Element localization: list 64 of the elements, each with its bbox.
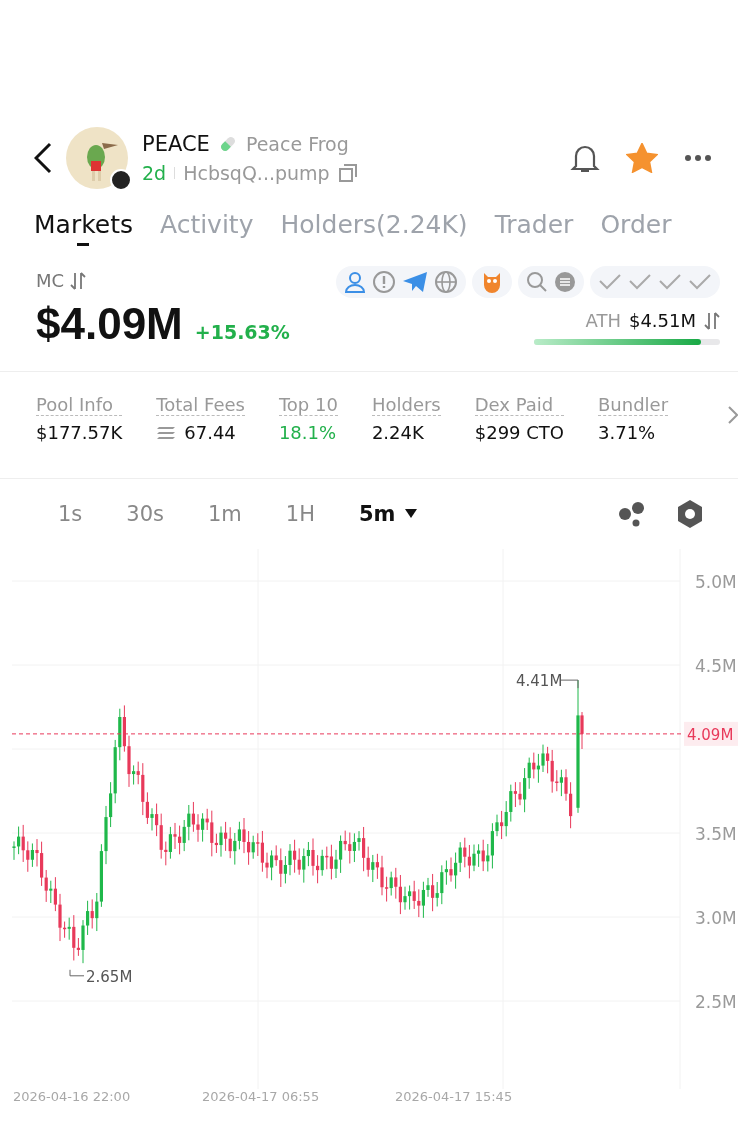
leader-line (69, 969, 85, 977)
stat-label[interactable]: Pool Info (36, 394, 123, 416)
price-change: +15.63% (194, 321, 290, 343)
caret-icon (405, 509, 418, 519)
y-axis-label: 3.5M (695, 824, 737, 844)
alert-icon[interactable] (372, 270, 396, 294)
contract-address: HcbsqQ...pump (183, 162, 330, 184)
stat-value: $177.57K (36, 422, 123, 443)
person-icon[interactable] (344, 271, 366, 293)
stat-label[interactable]: Total Fees (156, 394, 245, 416)
stat-value: 2.24K (371, 422, 425, 443)
stat-value: 3.71% (598, 422, 657, 443)
market-cap-label: MC (36, 270, 65, 291)
x-axis-label: 2026-04-17 06:55 (202, 1089, 320, 1104)
ath-label: ATH (585, 310, 621, 331)
sort-icon[interactable] (704, 311, 720, 330)
interval-tab[interactable]: 5m (358, 502, 418, 526)
low-label: 2.65M (86, 967, 133, 986)
check-icon (658, 273, 682, 291)
search-icon[interactable] (526, 271, 548, 293)
high-label: 4.41M (516, 672, 563, 691)
leader-line (559, 679, 579, 689)
stat-label[interactable]: Bundler (598, 394, 669, 416)
coin-icon[interactable] (554, 271, 576, 293)
x-axis-label: 2026-04-17 15:45 (395, 1089, 513, 1104)
interval-tab[interactable]: 1H (285, 502, 315, 526)
sort-icon[interactable] (70, 271, 87, 290)
chevron-right-icon[interactable] (728, 406, 738, 424)
stat-label[interactable]: Top 10 (278, 394, 338, 416)
interval-tab[interactable]: 1s (58, 502, 83, 526)
ath-value: $4.51M (628, 310, 696, 331)
interval-tab[interactable]: 30s (126, 502, 164, 526)
telegram-icon[interactable] (402, 271, 428, 293)
y-axis-label: 5.0M (695, 572, 737, 592)
dots-icon[interactable] (618, 501, 646, 527)
token-age: 2d (142, 162, 167, 184)
y-axis-label: 4.5M (695, 656, 737, 676)
settings-icon[interactable] (676, 499, 704, 529)
tab[interactable]: Order (600, 202, 672, 246)
tab[interactable]: Markets (34, 202, 133, 246)
star-icon[interactable] (626, 143, 658, 173)
tab[interactable]: Activity (159, 202, 254, 246)
more-icon[interactable] (684, 154, 712, 162)
check-icon (688, 273, 712, 291)
stat-value: $299 CTO (474, 422, 564, 443)
globe-icon[interactable] (434, 270, 458, 294)
stat-value: 67.44 (156, 422, 245, 443)
interval-tab[interactable]: 1m (208, 502, 242, 526)
stat-label[interactable]: Dex Paid (474, 394, 564, 416)
x-axis-label: 2026-04-16 22:00 (13, 1089, 131, 1104)
check-icon (598, 273, 622, 291)
tab[interactable]: Holders(2.24K) (280, 202, 468, 246)
stat-label[interactable]: Holders (371, 394, 441, 416)
tab[interactable]: Trader (494, 202, 574, 246)
y-axis-label: 2.5M (695, 992, 737, 1012)
token-symbol: PEACE (142, 132, 210, 156)
copy-icon[interactable] (337, 163, 358, 183)
stat-value: 18.1% (278, 422, 338, 443)
token-name: Peace Frog (245, 133, 349, 155)
y-axis-label: 3.0M (695, 908, 737, 928)
back-icon[interactable] (34, 142, 52, 174)
check-icon (628, 273, 652, 291)
market-cap-value: $4.09M (36, 299, 183, 349)
current-price-tag: 4.09M (684, 721, 738, 746)
